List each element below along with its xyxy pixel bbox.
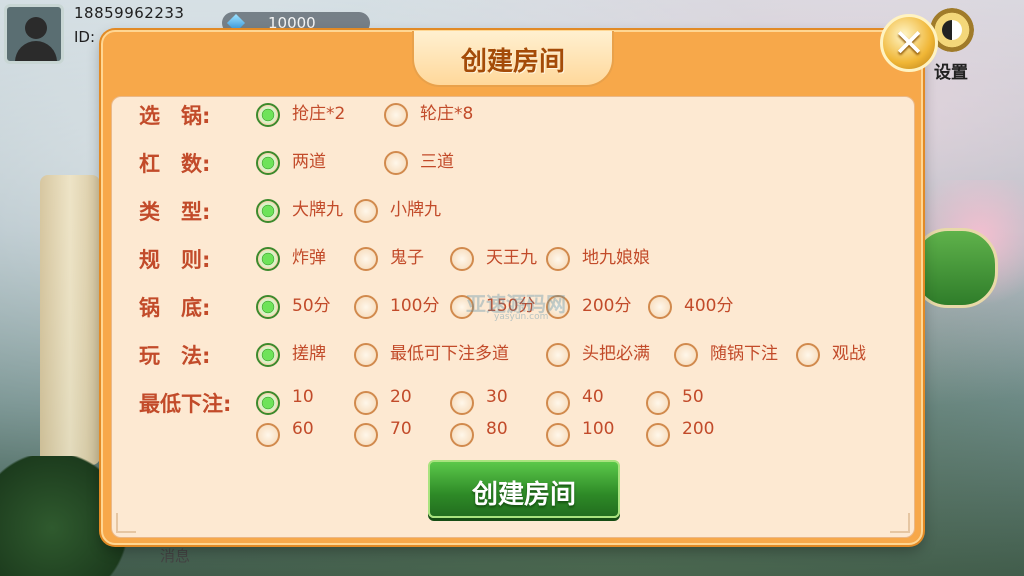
option-label-play-3[interactable]: 随锅下注 (710, 339, 778, 364)
background-scroll (40, 175, 100, 465)
option-label-bars-1[interactable]: 三道 (420, 147, 454, 172)
option-label-min_bet-9[interactable]: 200 (682, 419, 714, 439)
option-label-min_bet-8[interactable]: 100 (582, 419, 614, 439)
option-label-base-3[interactable]: 200分 (582, 291, 631, 316)
row-label-play: 玩 法: (139, 344, 211, 368)
option-label-type-0[interactable]: 大牌九 (292, 195, 343, 220)
option-label-base-0[interactable]: 50分 (292, 291, 331, 316)
option-label-min_bet-6[interactable]: 70 (390, 419, 412, 439)
option-label-base-1[interactable]: 100分 (390, 291, 439, 316)
radio-pot-1[interactable] (384, 103, 408, 127)
option-label-play-2[interactable]: 头把必满 (582, 339, 650, 364)
row-label-rules: 规 则: (139, 248, 211, 272)
option-label-min_bet-4[interactable]: 50 (682, 387, 704, 407)
option-label-min_bet-3[interactable]: 40 (582, 387, 604, 407)
radio-min_bet-6[interactable] (354, 423, 378, 447)
radio-min_bet-8[interactable] (546, 423, 570, 447)
radio-rules-3[interactable] (546, 247, 570, 271)
radio-play-4[interactable] (796, 343, 820, 367)
option-label-min_bet-7[interactable]: 80 (486, 419, 508, 439)
radio-rules-0[interactable] (256, 247, 280, 271)
yin-yang-icon (942, 20, 962, 40)
radio-base-4[interactable] (648, 295, 672, 319)
create-room-button[interactable]: 创建房间 (428, 460, 620, 518)
radio-min_bet-1[interactable] (354, 391, 378, 415)
dialog-title: 创建房间 (460, 47, 565, 77)
radio-play-2[interactable] (546, 343, 570, 367)
radio-min_bet-5[interactable] (256, 423, 280, 447)
radio-type-0[interactable] (256, 199, 280, 223)
radio-base-1[interactable] (354, 295, 378, 319)
option-label-rules-2[interactable]: 天王九 (486, 243, 537, 268)
option-label-min_bet-2[interactable]: 30 (486, 387, 508, 407)
messages-tab[interactable]: 消息 (160, 545, 190, 566)
radio-rules-1[interactable] (354, 247, 378, 271)
settings-label[interactable]: 设置 (934, 58, 968, 83)
radio-min_bet-7[interactable] (450, 423, 474, 447)
option-label-pot-0[interactable]: 抢庄*2 (292, 99, 345, 124)
row-label-min_bet: 最低下注: (139, 392, 232, 416)
radio-min_bet-2[interactable] (450, 391, 474, 415)
radio-bars-1[interactable] (384, 151, 408, 175)
user-id-label: ID: (74, 28, 96, 46)
background-room-button (912, 228, 998, 308)
option-label-play-1[interactable]: 最低可下注多道 (390, 339, 509, 364)
option-label-min_bet-0[interactable]: 10 (292, 387, 314, 407)
option-label-type-1[interactable]: 小牌九 (390, 195, 441, 220)
radio-min_bet-9[interactable] (646, 423, 670, 447)
avatar-head-icon (25, 17, 47, 39)
row-label-base: 锅 底: (139, 296, 211, 320)
watermark-sub: yasyun.com (494, 312, 549, 322)
radio-base-0[interactable] (256, 295, 280, 319)
corner-ornament (890, 513, 910, 533)
dialog-title-bar: 创建房间 (412, 31, 614, 87)
user-phone: 18859962233 (74, 4, 185, 22)
corner-ornament (116, 513, 136, 533)
option-label-min_bet-1[interactable]: 20 (390, 387, 412, 407)
avatar-body-icon (15, 41, 57, 61)
avatar[interactable] (4, 4, 64, 64)
radio-play-0[interactable] (256, 343, 280, 367)
radio-play-3[interactable] (674, 343, 698, 367)
option-label-play-4[interactable]: 观战 (832, 339, 866, 364)
radio-min_bet-0[interactable] (256, 391, 280, 415)
option-label-min_bet-5[interactable]: 60 (292, 419, 314, 439)
close-icon: ✕ (893, 21, 925, 65)
option-label-play-0[interactable]: 搓牌 (292, 339, 326, 364)
radio-min_bet-3[interactable] (546, 391, 570, 415)
row-label-bars: 杠 数: (139, 152, 211, 176)
radio-pot-0[interactable] (256, 103, 280, 127)
radio-play-1[interactable] (354, 343, 378, 367)
row-label-type: 类 型: (139, 200, 211, 224)
row-label-pot: 选 锅: (139, 104, 211, 128)
option-label-bars-0[interactable]: 两道 (292, 147, 326, 172)
create-room-button-label: 创建房间 (471, 480, 576, 510)
radio-min_bet-4[interactable] (646, 391, 670, 415)
close-button[interactable]: ✕ (880, 14, 938, 72)
option-label-pot-1[interactable]: 轮庄*8 (420, 99, 473, 124)
option-label-rules-3[interactable]: 地九娘娘 (582, 243, 650, 268)
radio-rules-2[interactable] (450, 247, 474, 271)
option-label-base-4[interactable]: 400分 (684, 291, 733, 316)
option-label-rules-0[interactable]: 炸弹 (292, 243, 326, 268)
option-label-rules-1[interactable]: 鬼子 (390, 243, 424, 268)
radio-bars-0[interactable] (256, 151, 280, 175)
radio-type-1[interactable] (354, 199, 378, 223)
